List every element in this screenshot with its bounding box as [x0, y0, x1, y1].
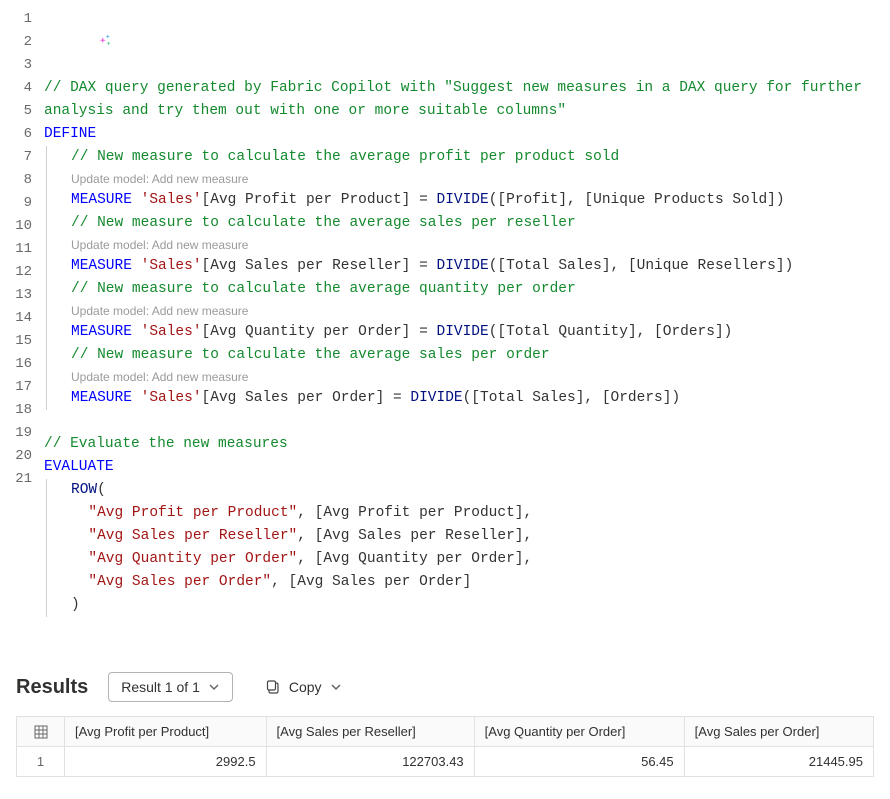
- keyword-evaluate: EVALUATE: [44, 459, 114, 475]
- comment-text: // New measure to calculate the average …: [71, 347, 550, 363]
- copilot-icon: [96, 32, 114, 50]
- chevron-down-icon: [208, 681, 220, 693]
- column-header[interactable]: [Avg Sales per Reseller]: [266, 717, 474, 747]
- copy-label: Copy: [289, 679, 322, 695]
- comment-text: // New measure to calculate the average …: [71, 215, 576, 231]
- copilot-badge: [44, 8, 882, 77]
- code-editor[interactable]: 1 2 3 4 5 6 7 8 9 10 11 12 13 14 15 16 1…: [0, 0, 890, 660]
- row-number: 1: [17, 747, 65, 777]
- results-panel: Results Result 1 of 1 Copy [Avg Profit p…: [0, 660, 890, 797]
- comment-text: // New measure to calculate the average …: [71, 281, 576, 297]
- column-header[interactable]: [Avg Sales per Order]: [684, 717, 873, 747]
- copy-button[interactable]: Copy: [253, 673, 354, 701]
- measure-definition: MEASURE 'Sales'[Avg Sales per Order] = D…: [46, 387, 882, 410]
- column-header[interactable]: [Avg Profit per Product]: [65, 717, 267, 747]
- measure-definition: MEASURE 'Sales'[Avg Profit per Product] …: [46, 189, 882, 212]
- codelens-add-measure[interactable]: Update model: Add new measure: [46, 169, 882, 189]
- line-number-gutter: 1 2 3 4 5 6 7 8 9 10 11 12 13 14 15 16 1…: [0, 8, 44, 640]
- comment-text: // DAX query generated by Fabric Copilot…: [44, 80, 862, 96]
- keyword-define: DEFINE: [44, 126, 96, 142]
- codelens-add-measure[interactable]: Update model: Add new measure: [46, 235, 882, 255]
- code-content[interactable]: // DAX query generated by Fabric Copilot…: [44, 8, 890, 640]
- comment-text: // Evaluate the new measures: [44, 436, 288, 452]
- result-selector-dropdown[interactable]: Result 1 of 1: [108, 672, 233, 702]
- comment-text: analysis and try them out with one or mo…: [44, 103, 566, 119]
- row-number-header: [17, 717, 65, 747]
- grid-icon: [34, 725, 48, 739]
- column-header[interactable]: [Avg Quantity per Order]: [474, 717, 684, 747]
- results-table: [Avg Profit per Product] [Avg Sales per …: [16, 716, 874, 777]
- cell-value: 21445.95: [684, 747, 873, 777]
- table-row[interactable]: 1 2992.5 122703.43 56.45 21445.95: [17, 747, 874, 777]
- measure-definition: MEASURE 'Sales'[Avg Quantity per Order] …: [46, 321, 882, 344]
- codelens-add-measure[interactable]: Update model: Add new measure: [46, 301, 882, 321]
- measure-definition: MEASURE 'Sales'[Avg Sales per Reseller] …: [46, 255, 882, 278]
- cell-value: 2992.5: [65, 747, 267, 777]
- result-selector-label: Result 1 of 1: [121, 679, 200, 695]
- codelens-add-measure[interactable]: Update model: Add new measure: [46, 367, 882, 387]
- comment-text: // New measure to calculate the average …: [71, 149, 619, 165]
- results-title: Results: [16, 676, 88, 699]
- copy-icon: [265, 679, 281, 695]
- cell-value: 56.45: [474, 747, 684, 777]
- cell-value: 122703.43: [266, 747, 474, 777]
- chevron-down-icon: [330, 681, 342, 693]
